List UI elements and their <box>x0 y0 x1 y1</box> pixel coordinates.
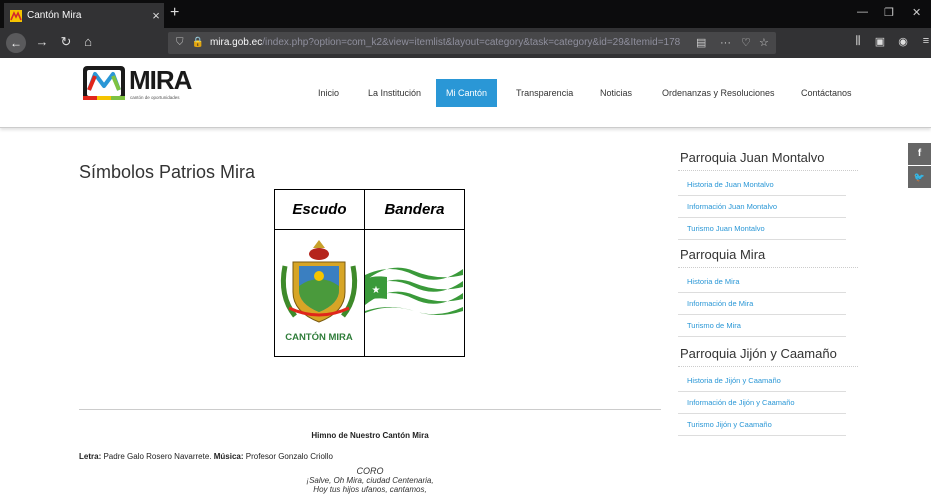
reload-icon[interactable]: ↻ <box>56 34 76 50</box>
flag-image: ★ <box>365 267 464 315</box>
letra-author: Padre Galo Rosero Navarrete. <box>101 452 214 461</box>
menu-item-noticias[interactable]: Noticias <box>600 79 632 107</box>
bookmark-icon[interactable]: ☆ <box>759 32 769 54</box>
sidebar-heading: Parroquia Mira <box>680 247 766 262</box>
anthem-credits: Letra: Padre Galo Rosero Navarrete. Músi… <box>79 452 333 461</box>
browser-toolbar: ← → ↻ ⌂ ⛉ 🔒 mira.gob.ec/index.php?option=c… <box>0 28 931 58</box>
menu-item-ordenanzas[interactable]: Ordenanzas y Resoluciones <box>662 79 775 107</box>
close-window-icon[interactable]: ✕ <box>912 6 921 19</box>
sidebar-icon[interactable]: ▣ <box>870 35 890 48</box>
sidebar-link[interactable]: Turismo de Mira <box>678 315 846 337</box>
sidebar-heading: Parroquia Jijón y Caamaño <box>680 346 837 361</box>
flag-cell: ★ <box>363 229 466 357</box>
shield-caption: CANTÓN MIRA <box>286 331 354 343</box>
twitter-icon[interactable]: 🐦 <box>908 166 931 188</box>
new-tab-icon[interactable]: + <box>170 3 179 23</box>
url-domain: mira.gob.ec <box>209 37 263 48</box>
coro-line: Hoy tus hijos ufanos, cantamos, <box>313 485 427 494</box>
sidebar-link[interactable]: Historia de Mira <box>678 271 846 293</box>
sidebar-divider <box>678 366 858 367</box>
menu-item-contactanos[interactable]: Contáctanos <box>801 79 852 107</box>
symbols-table: Escudo Bandera CANTÓN MIRA ★ <box>274 189 466 357</box>
coat-of-arms-image: CANTÓN MIRA <box>281 239 358 343</box>
browser-tab[interactable]: Cantón Mira × <box>4 3 164 28</box>
more-icon[interactable]: ··· <box>720 32 731 54</box>
sidebar-link[interactable]: Información Juan Montalvo <box>678 196 846 218</box>
letra-label: Letra: <box>79 452 102 461</box>
header-escudo: Escudo <box>274 189 365 230</box>
url-path: /index.php?option=com_k2&view=itemlist&l… <box>262 37 681 48</box>
library-icon[interactable]: ⫼ <box>848 35 868 48</box>
sidebar-link[interactable]: Turismo Jijón y Caamaño <box>678 414 846 436</box>
menu-item-la-institucion[interactable]: La Institución <box>368 79 421 107</box>
minimize-icon[interactable]: — <box>857 6 868 18</box>
divider <box>79 409 661 410</box>
sidebar-divider <box>678 267 858 268</box>
menu-item-mi-canton[interactable]: Mi Cantón <box>436 79 498 107</box>
coro-line: ¡Salve, Oh Mira, ciudad Centenaria, <box>306 476 434 485</box>
home-icon[interactable]: ⌂ <box>78 34 98 49</box>
browser-tab-bar: Cantón Mira × + — ❐ ✕ <box>0 0 931 28</box>
site-header: MIRA cantón de oportunidades Inicio La I… <box>0 58 931 128</box>
anthem-title: Himno de Nuestro Cantón Mira <box>311 431 429 440</box>
svg-text:★: ★ <box>372 285 381 296</box>
reader-icon[interactable]: ▤ <box>696 32 706 54</box>
account-icon[interactable]: ◉ <box>893 35 913 48</box>
coro-title: CORO <box>356 466 384 476</box>
anthem-chorus: CORO ¡Salve, Oh Mira, ciudad Centenaria,… <box>79 466 661 495</box>
shield-cell: CANTÓN MIRA <box>274 229 365 357</box>
tab-close-icon[interactable]: × <box>148 8 164 23</box>
pocket-icon[interactable]: ♡ <box>741 32 751 54</box>
musica-author: Profesor Gonzalo Criollo <box>243 452 333 461</box>
sidebar-link[interactable]: Historia de Jijón y Caamaño <box>678 370 846 392</box>
back-icon[interactable]: ← <box>6 33 26 53</box>
main-menu: Inicio La Institución Mi Cantón Transpar… <box>0 79 931 107</box>
sidebar-divider <box>678 170 858 171</box>
forward-icon[interactable]: → <box>32 34 52 49</box>
menu-item-transparencia[interactable]: Transparencia <box>516 79 573 107</box>
sidebar-link[interactable]: Historia de Juan Montalvo <box>678 174 846 196</box>
maximize-icon[interactable]: ❐ <box>884 6 894 19</box>
sidebar-heading: Parroquia Juan Montalvo <box>680 150 825 165</box>
shield-icon[interactable]: ⛉ <box>176 37 184 48</box>
sidebar-link[interactable]: Información de Jijón y Caamaño <box>678 392 846 414</box>
header-bandera: Bandera <box>363 189 466 230</box>
menu-icon[interactable]: ≡ <box>916 35 931 47</box>
page-title: Símbolos Patrios Mira <box>79 162 256 182</box>
address-bar[interactable]: ⛉ 🔒 mira.gob.ec/index.php?option=com_k2&vi… <box>168 32 776 54</box>
sidebar-link[interactable]: Turismo Juan Montalvo <box>678 218 846 240</box>
facebook-icon[interactable]: f <box>908 143 931 165</box>
menu-item-inicio[interactable]: Inicio <box>318 79 339 107</box>
site-favicon <box>10 9 22 22</box>
musica-label: Música: <box>213 452 244 461</box>
tab-title: Cantón Mira <box>27 10 82 21</box>
sidebar-link[interactable]: Información de Mira <box>678 293 846 315</box>
lock-icon[interactable]: 🔒 <box>192 37 204 48</box>
